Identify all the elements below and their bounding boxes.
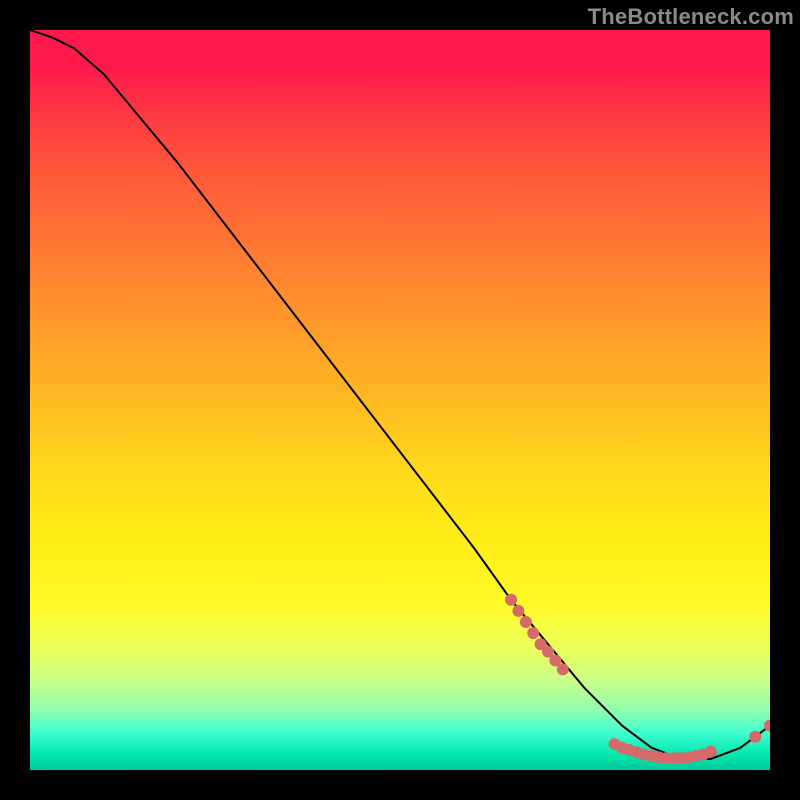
data-point xyxy=(512,605,524,617)
chart-svg xyxy=(30,30,770,770)
bottleneck-curve xyxy=(30,30,770,759)
data-point xyxy=(705,745,717,757)
data-point xyxy=(505,594,517,606)
data-point xyxy=(527,627,539,639)
watermark-text: TheBottleneck.com xyxy=(588,4,794,30)
data-point xyxy=(520,616,532,628)
chart-frame: TheBottleneck.com xyxy=(0,0,800,800)
data-point xyxy=(749,731,761,743)
plot-area xyxy=(30,30,770,770)
data-point xyxy=(557,663,569,675)
